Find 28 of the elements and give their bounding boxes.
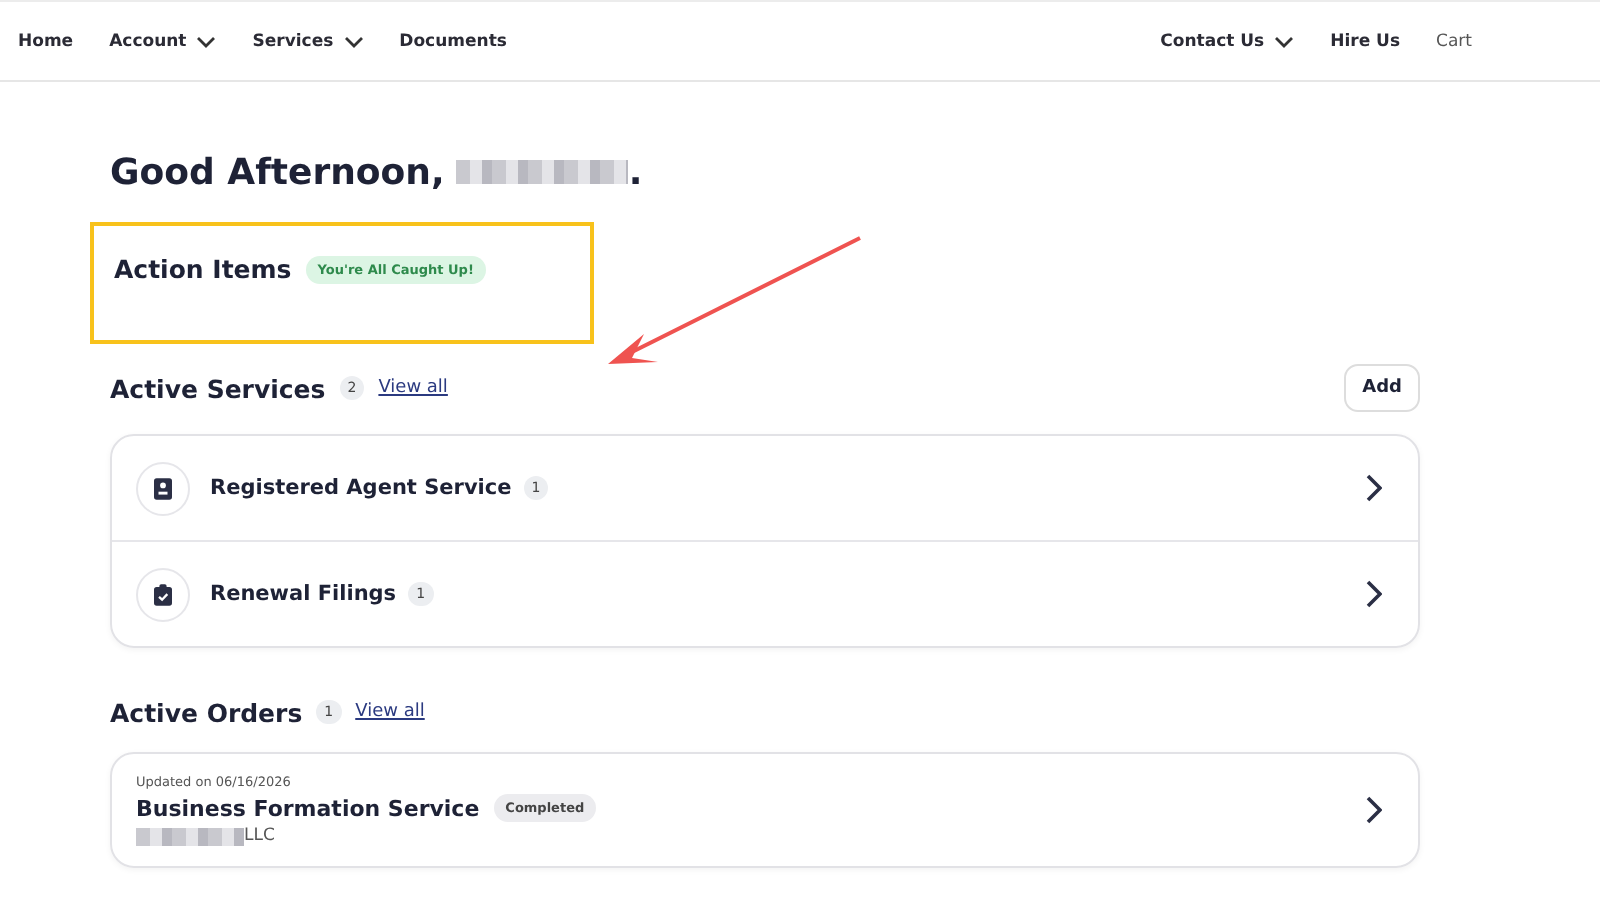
nav-link[interactable]: Documents [399, 31, 507, 51]
view-all-link[interactable]: View all [378, 378, 448, 398]
nav-link[interactable]: Services [252, 31, 364, 51]
clipboard-check-icon [154, 583, 172, 605]
nav-link[interactable]: Account [109, 31, 217, 51]
chevron-down-icon [343, 35, 364, 47]
nav-link[interactable]: Cart [1436, 31, 1472, 51]
nav-link[interactable]: Home [18, 31, 74, 51]
chevron-right-icon [1366, 796, 1382, 824]
service-name: Registered Agent Service [210, 476, 512, 500]
chevron-down-icon [196, 35, 217, 47]
chevron-down-icon [1274, 35, 1295, 47]
chevron-right-icon [1366, 580, 1382, 608]
id-card-icon [154, 477, 172, 499]
section-title: Active Orders [110, 697, 303, 727]
company-suffix: LLC [244, 826, 275, 846]
view-all-link[interactable]: View all [355, 702, 425, 722]
greeting: Good Afternoon, [110, 151, 445, 193]
add-button[interactable]: Add [1344, 364, 1420, 412]
nav-link[interactable]: Hire Us [1330, 31, 1401, 51]
chevron-right-icon [1366, 474, 1382, 502]
section-title: Active Services [110, 373, 326, 403]
greeting-end: . [628, 151, 643, 193]
service-name: Renewal Filings [210, 582, 397, 606]
redacted-text [136, 827, 244, 845]
nav-link[interactable]: Contact Us [1160, 31, 1295, 51]
order-name: Business Formation Service [136, 795, 480, 821]
section-title: Action Items [114, 254, 292, 284]
